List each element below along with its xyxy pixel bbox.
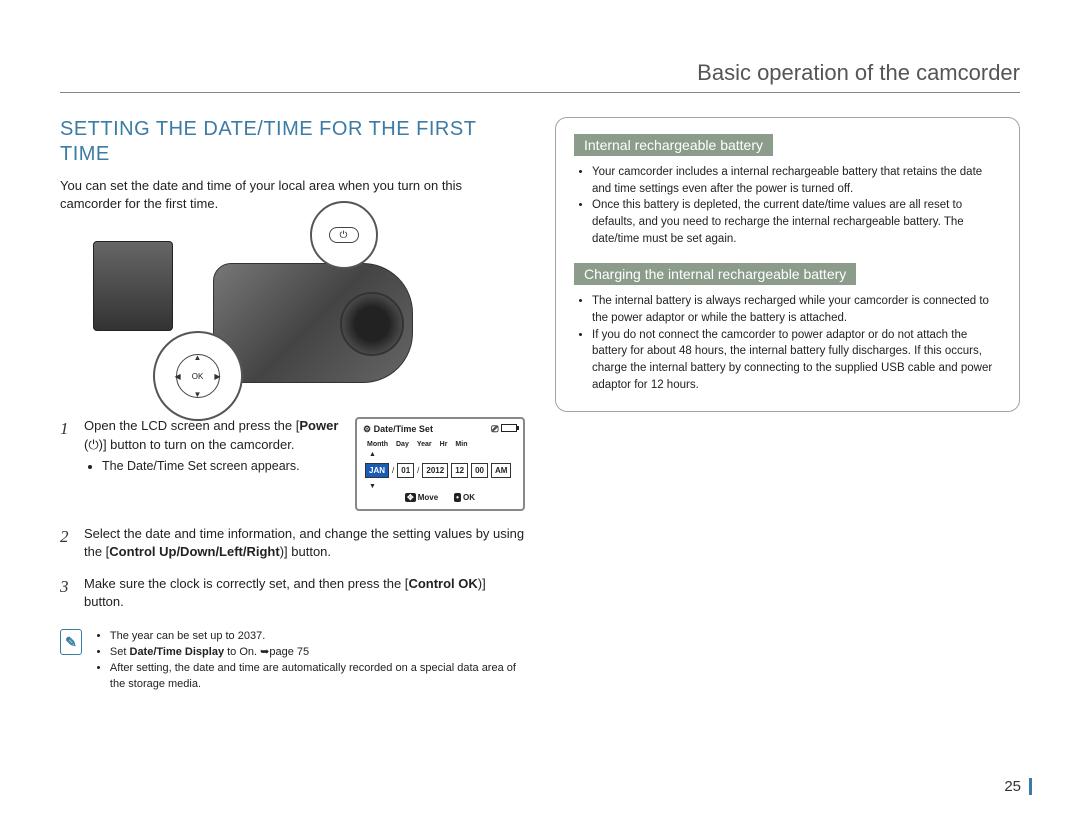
panel-item: Once this battery is depleted, the curre… — [592, 197, 1001, 247]
battery-icon — [501, 424, 517, 432]
panel-item: The internal battery is always recharged… — [592, 293, 1001, 326]
ok-pad-icon: OK ▲▼ ◀▶ — [176, 354, 220, 398]
power-icon: ⏻ — [329, 227, 359, 243]
section-title: SETTING THE DATE/TIME FOR THE FIRST TIME — [60, 117, 525, 167]
panel-item: Your camcorder includes a internal recha… — [592, 164, 1001, 197]
step-number: 2 — [60, 525, 74, 549]
step-2: 2 Select the date and time information, … — [60, 525, 525, 561]
step-number: 1 — [60, 417, 74, 441]
lcd-screenshot: ⚙ Date/Time Set ⎚ Month Day Year Hr Min … — [355, 417, 525, 510]
note-item: Set Date/Time Display to On. ➥page 75 — [110, 645, 525, 661]
section-intro: You can set the date and time of your lo… — [60, 177, 525, 213]
step-text: Select the date and time information, an… — [84, 526, 524, 559]
step-subitem: The Date/Time Set screen appears. — [102, 458, 345, 476]
panel-heading-internal-battery: Internal rechargeable battery — [574, 134, 773, 156]
note-item: After setting, the date and time are aut… — [110, 661, 525, 693]
note-icon: ✎ — [60, 629, 82, 655]
panel-item: If you do not connect the camcorder to p… — [592, 327, 1001, 394]
step-1: 1 Open the LCD screen and press the [Pow… — [60, 417, 525, 510]
info-panel: Internal rechargeable battery Your camco… — [555, 117, 1020, 412]
step-3: 3 Make sure the clock is correctly set, … — [60, 575, 525, 611]
camcorder-illustration: ⏻ OK ▲▼ ◀▶ — [153, 223, 433, 403]
step-text: Make sure the clock is correctly set, an… — [84, 576, 486, 609]
note-block: ✎ The year can be set up to 2037. Set Da… — [60, 629, 525, 693]
note-item: The year can be set up to 2037. — [110, 629, 525, 645]
ok-pad-callout: OK ▲▼ ◀▶ — [153, 331, 243, 421]
page-header: Basic operation of the camcorder — [60, 60, 1020, 93]
step-number: 3 — [60, 575, 74, 599]
step-text: Open the LCD screen and press the [Power… — [84, 418, 338, 451]
power-button-callout: ⏻ — [310, 201, 378, 269]
page-number: 25 — [1004, 778, 1032, 795]
page-title: Basic operation of the camcorder — [697, 60, 1020, 85]
panel-heading-charging: Charging the internal rechargeable batte… — [574, 263, 856, 285]
